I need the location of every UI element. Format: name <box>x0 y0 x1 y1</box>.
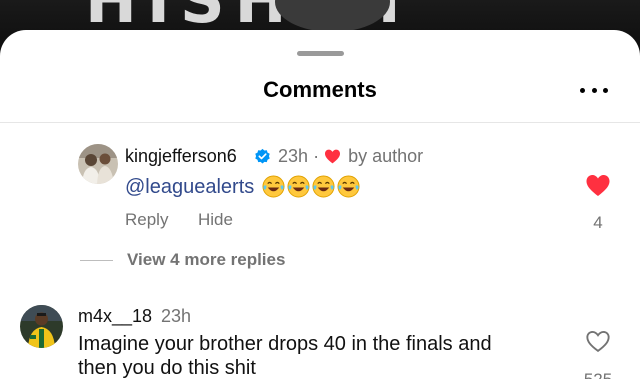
emoji-group <box>260 175 360 198</box>
more-dot-icon <box>580 87 585 93</box>
like-button-filled-icon[interactable] <box>585 174 611 197</box>
comment-body-line-2: then you do this shit <box>78 357 256 379</box>
mention-link[interactable]: @leaguealerts <box>125 176 254 198</box>
like-count: 525 <box>580 370 616 379</box>
like-count: 4 <box>593 213 603 232</box>
comment-time: 23h <box>278 146 309 166</box>
view-more-replies-button[interactable]: View 4 more replies <box>127 250 285 270</box>
more-dot-icon <box>603 87 608 93</box>
face-with-tears-of-joy-icon <box>262 175 285 198</box>
sheet-grabber-handle[interactable] <box>297 51 344 56</box>
avatar[interactable] <box>20 305 63 348</box>
comment-username[interactable]: kingjefferson6 <box>125 146 237 167</box>
comment-username-text[interactable]: kingjefferson6 <box>125 146 237 166</box>
comment-meta: 23h · by author <box>250 146 423 167</box>
replies-connector-line <box>80 260 113 261</box>
heart-filled-icon <box>325 149 341 164</box>
header-divider <box>0 122 640 123</box>
hide-button[interactable]: Hide <box>198 210 233 230</box>
avatar[interactable] <box>78 144 118 184</box>
verified-badge-icon <box>255 148 270 164</box>
like-button-outline-icon[interactable] <box>585 330 611 353</box>
meta-separator: · <box>313 146 320 166</box>
face-with-tears-of-joy-icon <box>287 175 310 198</box>
comment-username[interactable]: m4x__18 <box>78 306 152 327</box>
sheet-title: Comments <box>263 77 377 102</box>
liked-by-author-label: by author <box>348 146 424 166</box>
more-options-button[interactable] <box>580 85 608 95</box>
comment-time: 23h <box>161 306 192 326</box>
face-with-tears-of-joy-icon <box>337 175 360 198</box>
comments-sheet: Comments kingjefferson6 23h · by author <box>0 30 640 379</box>
comment-body: @leaguealerts <box>125 175 360 199</box>
reply-button[interactable]: Reply <box>125 210 168 230</box>
comment-body-line-1: Imagine your brother drops 40 in the fin… <box>78 333 492 355</box>
more-dot-icon <box>591 87 597 93</box>
comment-username-text[interactable]: m4x__18 <box>78 306 152 326</box>
face-with-tears-of-joy-icon <box>312 175 335 198</box>
